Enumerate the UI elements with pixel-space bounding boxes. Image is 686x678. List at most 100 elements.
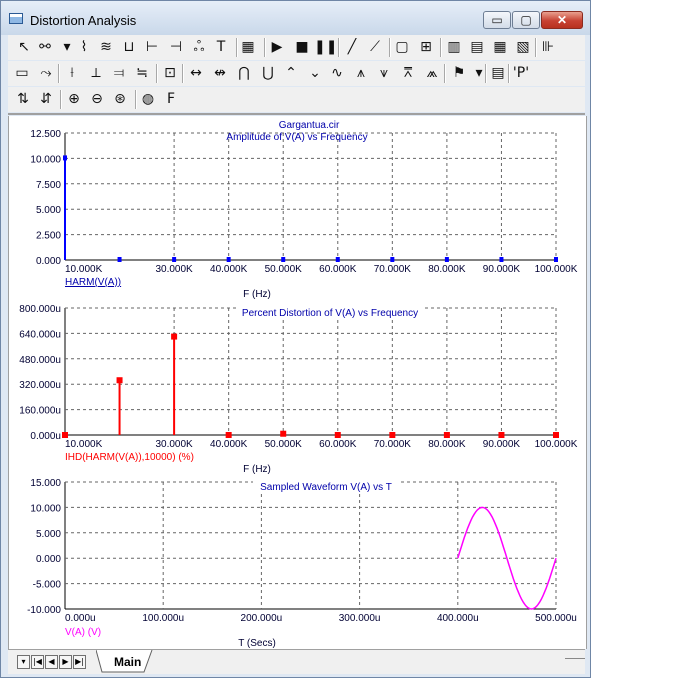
distortion-x-tick-label: 70.000K (374, 439, 412, 450)
line-icon[interactable]: ╱ (342, 38, 362, 57)
peak-icon[interactable]: ⋂ (234, 64, 254, 83)
amplitude-x-tick-label: 40.000K (210, 264, 248, 275)
stop-icon[interactable]: ■ (292, 38, 312, 57)
bottom-icon[interactable]: ⩕ (422, 64, 442, 83)
next-point-icon[interactable]: ↔ (186, 64, 206, 83)
title-bar[interactable]: Distortion Analysis ▭ ▢ ✕ (1, 1, 590, 35)
y-cursor-icon[interactable]: ⇵ (36, 90, 56, 109)
table-icon[interactable]: ▤ (488, 64, 508, 83)
waveform-x-tick-label: 100.000u (142, 613, 184, 624)
prev-tab-button[interactable]: ◀ (45, 655, 58, 669)
amplitude-x-tick-label: 50.000K (265, 264, 303, 275)
first-tab-button[interactable]: |◀ (31, 655, 44, 669)
waveform-y-tick-label: 0.000 (36, 554, 61, 565)
pause-icon[interactable]: ❚❚ (314, 38, 337, 57)
distortion-x-tick-label: 90.000K (483, 439, 521, 450)
mouse-icon[interactable]: ◍ (138, 90, 158, 109)
amplitude-x-tick-label: 10.000K (65, 264, 103, 275)
next-tab-button[interactable]: ▶ (59, 655, 72, 669)
plot-area[interactable]: 12.500 10.000 7.500 5.000 2.500 0.000 10.000K 3… (8, 116, 587, 649)
amplitude-point (281, 257, 286, 262)
minimize-button[interactable]: ▭ (483, 11, 511, 29)
waveform-y-tick-label: 5.000 (36, 529, 61, 540)
maximize-icon: ▢ (520, 13, 532, 27)
window-title: Distortion Analysis (30, 13, 137, 28)
amplitude-point (554, 257, 558, 262)
amplitude-x-tick-label: 70.000K (374, 264, 412, 275)
amplitude-y-tick-label: 5.000 (36, 205, 61, 216)
toolbar-row-2: ▭ ⤳ ⟊ ⟂ ⫤ ≒ ⊡ ↔ ↮ ⋂ ⋃ ⌃ ⌄ ∿ ⩚ ⩛ ⩞ ⩕ ⚑ ▾ ▤ 'P' (8, 61, 585, 86)
axis-icon[interactable]: ⊪ (538, 38, 558, 57)
amplitude-x-tick-label: 90.000K (483, 264, 521, 275)
distortion-point (280, 430, 287, 437)
graph-icon[interactable]: ⊡ (160, 64, 180, 83)
diagonal-wire-icon[interactable]: ≋ (96, 38, 116, 57)
amplitude-title: Amplitude of V(A) vs Frequency (226, 132, 367, 143)
run-icon[interactable]: ▶ (267, 38, 287, 57)
vertical-grid-icon[interactable]: ▥ (444, 38, 464, 57)
amplitude-y-tick-label: 0.000 (36, 256, 61, 267)
diagonal-line-icon[interactable]: ⟋ (365, 38, 385, 57)
window-app-icon (9, 13, 23, 24)
tab-main[interactable]: Main (106, 651, 146, 671)
distortion-x-tick-label: 60.000K (319, 439, 357, 450)
x-cursor-icon[interactable]: ⇅ (13, 90, 33, 109)
zoom-out-icon[interactable]: ⊖ (87, 90, 107, 109)
minor-grid-icon[interactable]: ▦ (490, 38, 510, 57)
global-high-icon[interactable]: ⩚ (351, 64, 371, 83)
zoom-fit-icon[interactable]: ⊛ (110, 90, 130, 109)
wire-icon[interactable]: ⌇ (74, 38, 94, 57)
close-button[interactable]: ✕ (541, 11, 583, 29)
amplitude-point (226, 257, 231, 262)
properties-icon[interactable]: ▦ (238, 38, 258, 57)
amplitude-x-tick-label: 30.000K (155, 264, 193, 275)
font-icon[interactable]: F (161, 90, 181, 109)
distortion-point (498, 432, 505, 438)
high-icon[interactable]: ⌃ (281, 64, 301, 83)
waveform-y-tick-label: -5.000 (33, 580, 62, 591)
prev-point-icon[interactable]: ↮ (210, 64, 230, 83)
amplitude-point (63, 155, 67, 161)
toolbar-separator (236, 38, 238, 57)
node-icon[interactable]: ⊣ (166, 38, 186, 57)
toolbar-row-1: ↖ ⚯ ▾ ⌇ ≋ ⊔ ⊢ ⊣ ஃ T ▦ ▶ ■ ❚❚ ╱ ⟋ ▢ ⊞ ▥ ▤ ▦ ▧ ⊪ (8, 35, 585, 60)
point-tag-icon[interactable]: ⟂ (86, 64, 106, 83)
text-icon[interactable]: T (211, 38, 231, 57)
connector-icon[interactable]: ⊢ (142, 38, 162, 57)
toolbar-divider (8, 113, 585, 115)
global-low-icon[interactable]: ⩛ (374, 64, 394, 83)
low-icon[interactable]: ⌄ (305, 64, 325, 83)
box-icon[interactable]: ▢ (392, 38, 412, 57)
distortion-x-tick-label: 10.000K (65, 439, 103, 450)
valley-icon[interactable]: ⋃ (258, 64, 278, 83)
tab-menu-button[interactable]: ▾ (17, 655, 30, 669)
vertical-tag-icon[interactable]: ≒ (132, 64, 152, 83)
tag-icon[interactable]: ⟊ (62, 64, 82, 83)
scale-grid-icon[interactable]: ▧ (513, 38, 533, 57)
toolbar-separator (58, 64, 60, 83)
top-icon[interactable]: ⩞ (398, 64, 418, 83)
frame-icon[interactable]: ▭ (12, 64, 32, 83)
horizontal-tag-icon[interactable]: ⫤ (109, 64, 129, 83)
maximize-button[interactable]: ▢ (512, 11, 540, 29)
p-key-icon[interactable]: 'P' (511, 64, 531, 83)
grid-icon[interactable]: ⊞ (416, 38, 436, 57)
toolbar-separator (508, 64, 510, 83)
data-points-icon[interactable]: ⚑ (449, 64, 469, 83)
last-tab-button[interactable]: ▶| (73, 655, 86, 669)
toolbar-separator (156, 64, 158, 83)
scroll-grip[interactable] (565, 658, 585, 660)
trace-icon[interactable]: ⤳ (36, 64, 56, 83)
waveform-x-tick-label: 0.000u (65, 613, 96, 624)
toolbar-separator (389, 38, 391, 57)
toolbar-separator (264, 38, 266, 57)
select-arrow-icon[interactable]: ↖ (14, 38, 34, 57)
horizontal-grid-icon[interactable]: ▤ (467, 38, 487, 57)
junction-icon[interactable]: ஃ (189, 38, 209, 57)
component-icon[interactable]: ⚯ (35, 38, 55, 57)
zoom-in-icon[interactable]: ⊕ (64, 90, 84, 109)
inflection-icon[interactable]: ∿ (327, 64, 347, 83)
bus-icon[interactable]: ⊔ (119, 38, 139, 57)
toolbar-separator (444, 64, 446, 83)
distortion-point (225, 432, 232, 438)
